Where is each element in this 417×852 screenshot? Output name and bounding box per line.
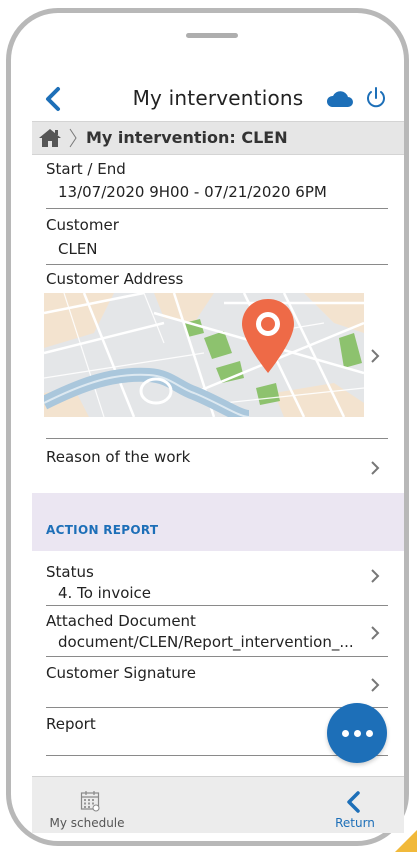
cloud-sync-button[interactable] <box>325 88 355 110</box>
action-report-header: ACTION REPORT <box>32 493 404 551</box>
divider <box>46 656 388 657</box>
start-end-value: 13/07/2020 9H00 - 07/21/2020 6PM <box>58 183 327 201</box>
more-dots-icon <box>342 730 349 737</box>
attached-document-label: Attached Document <box>46 612 196 630</box>
map-image <box>44 293 364 417</box>
customer-signature-label: Customer Signature <box>46 664 196 682</box>
return-arrow-icon <box>347 791 360 813</box>
tab-my-schedule-label: My schedule <box>49 816 125 830</box>
action-report-title: ACTION REPORT <box>46 523 159 537</box>
customer-address-row: Customer Address <box>32 266 404 292</box>
divider <box>46 208 388 209</box>
more-dots-icon <box>354 730 361 737</box>
power-icon <box>367 87 385 108</box>
tab-return-label: Return <box>335 816 375 830</box>
reason-label: Reason of the work <box>46 448 191 466</box>
tab-return[interactable]: Return <box>314 777 396 833</box>
chevron-right-icon[interactable] <box>370 626 380 640</box>
start-end-label: Start / End <box>46 160 126 178</box>
speaker-notch <box>186 33 238 38</box>
breadcrumb-separator-icon <box>69 128 77 148</box>
chevron-right-icon[interactable] <box>370 349 380 363</box>
divider <box>46 438 388 439</box>
cloud-icon <box>326 91 353 107</box>
bottom-tab-bar: My schedule Return <box>32 776 404 833</box>
chevron-right-icon[interactable] <box>370 678 380 692</box>
status-value: 4. To invoice <box>58 584 152 602</box>
reason-of-work-row[interactable]: Reason of the work <box>32 441 404 491</box>
divider <box>46 605 388 606</box>
app-header: My interventions <box>32 80 404 118</box>
chevron-right-icon[interactable] <box>370 569 380 583</box>
more-actions-button[interactable] <box>327 703 387 763</box>
status-row[interactable]: Status 4. To invoice <box>32 560 404 604</box>
customer-address-map[interactable] <box>44 293 364 417</box>
report-label: Report <box>46 715 96 733</box>
power-button[interactable] <box>362 84 390 112</box>
customer-label: Customer <box>46 216 119 234</box>
breadcrumb-current: My intervention: CLEN <box>86 128 288 147</box>
more-dots-icon <box>366 730 373 737</box>
customer-signature-row[interactable]: Customer Signature <box>32 659 404 707</box>
corner-accent <box>395 830 417 852</box>
divider <box>46 707 388 708</box>
attached-document-value: document/CLEN/Report_intervention_... <box>58 633 354 651</box>
status-label: Status <box>46 563 94 581</box>
breadcrumb: My intervention: CLEN <box>32 121 404 155</box>
customer-row: Customer CLEN <box>32 211 404 265</box>
customer-address-label: Customer Address <box>46 270 184 288</box>
calendar-icon <box>80 791 100 812</box>
chevron-right-icon[interactable] <box>370 461 380 475</box>
customer-value: CLEN <box>58 240 98 258</box>
home-icon <box>39 129 61 147</box>
tab-my-schedule[interactable]: My schedule <box>32 777 142 833</box>
divider <box>46 264 388 265</box>
attached-document-row[interactable]: Attached Document document/CLEN/Report_i… <box>32 608 404 656</box>
home-button[interactable] <box>38 128 62 148</box>
start-end-row: Start / End 13/07/2020 9H00 - 07/21/2020… <box>32 156 404 210</box>
